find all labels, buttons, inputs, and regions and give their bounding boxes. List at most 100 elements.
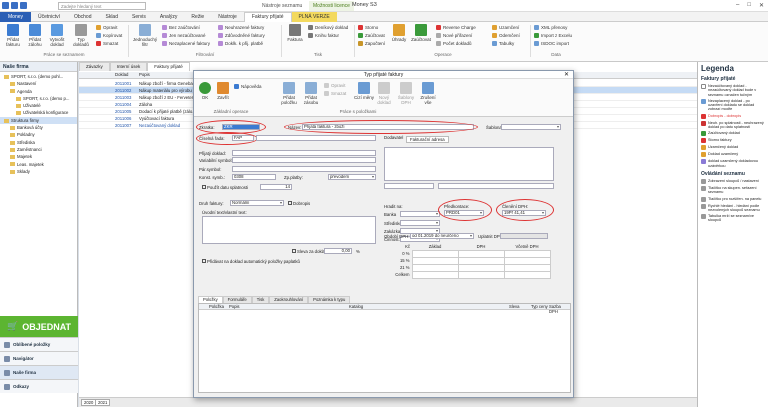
menu-money[interactable]: Money [0, 11, 32, 22]
vat-cell[interactable] [457, 249, 505, 258]
full-version-badge[interactable]: PLNÁ VERZE [291, 11, 337, 22]
tab-forms[interactable]: Formuláře [222, 296, 252, 303]
reassign-button[interactable]: Nové přiřazení [436, 32, 472, 40]
menu-item-received-invoices[interactable]: Faktury přijaté [243, 11, 292, 22]
filter-unpaid-button[interactable]: Nezaplacené faktury [162, 40, 210, 48]
print-journal-button[interactable]: Deníkový doklad [308, 24, 348, 32]
const-symbol-field[interactable]: 0308 [232, 174, 276, 180]
delete-button[interactable]: Smazat [96, 40, 118, 48]
payment-method-select[interactable]: převodem [328, 174, 376, 180]
menu-item-service[interactable]: Servis [125, 14, 153, 20]
excel-import-button[interactable]: Import z Excelu [534, 32, 572, 40]
tab-billing-address[interactable]: Fakturační adresa [406, 136, 449, 143]
column-header[interactable]: Položka [209, 304, 224, 309]
filter-justified-button[interactable]: Zdůvodněné faktury [218, 32, 265, 40]
menu-item-accounting[interactable]: Účetnictví [31, 14, 67, 20]
close-icon[interactable]: ✕ [564, 71, 569, 79]
vat-cell[interactable] [503, 249, 551, 258]
due-days-field[interactable]: 14 [260, 184, 292, 190]
nav-favorites[interactable]: Oblíbené položky [0, 337, 78, 351]
tree-item[interactable]: Uživatelská konfigurace [0, 109, 77, 116]
tree-item[interactable]: Majetek [0, 153, 77, 160]
print-book-button[interactable]: Knihu faktur [308, 32, 339, 40]
vat-cell[interactable] [503, 256, 551, 265]
close-icon[interactable]: ✕ [759, 2, 764, 9]
post-button[interactable]: Zaúčtovat [410, 24, 432, 42]
tab-items[interactable]: Položky [198, 296, 223, 303]
post-doc-button[interactable]: Zaúčtovat [358, 32, 385, 40]
menu-item-stock[interactable]: Sklad [98, 14, 125, 20]
tree-item[interactable]: Leas. majetek [0, 161, 77, 168]
pair-symbol-field[interactable] [232, 166, 376, 172]
tree-item[interactable]: Pokladny [0, 131, 77, 138]
filter-only-unposted-button[interactable]: Jen nezaúčtované [162, 32, 206, 40]
menu-item-tools[interactable]: Nástroje [211, 14, 244, 20]
tree-item[interactable]: Banková účty [0, 124, 77, 131]
unlock-button[interactable]: Odemčení [492, 32, 520, 40]
tab-type-note[interactable]: Poznámka k typu [308, 296, 351, 303]
add-advance-button[interactable]: Přidat zálohu [24, 24, 46, 47]
create-document-button[interactable]: Vytvořit doklad [46, 24, 68, 47]
ok-button[interactable]: OK [196, 82, 214, 100]
minimize-icon[interactable]: – [736, 2, 739, 9]
column-header[interactable] [79, 72, 115, 78]
tree-item[interactable]: Agenda [0, 88, 77, 95]
document-types-button[interactable]: Typ dokladů [70, 24, 92, 47]
filter-payment-button[interactable]: Doklk. k přij. platbě [218, 40, 263, 48]
vat-cell[interactable] [411, 256, 459, 265]
search-input[interactable]: Zadejte hledaný text [58, 2, 146, 10]
due-date-checkbox[interactable]: Použít datu splatnosti [202, 185, 248, 190]
close-button[interactable]: Zavřít [214, 82, 232, 100]
tables-button[interactable]: Tabulky [492, 40, 514, 48]
tab-print[interactable]: Tisk [251, 296, 270, 303]
window-controls[interactable]: – □ ✕ [736, 2, 764, 9]
supplier-field-2[interactable] [384, 183, 434, 189]
vat-cell[interactable] [457, 256, 505, 265]
menu-item-analysis[interactable]: Analýzy [153, 14, 185, 20]
tree-item[interactable]: Nastavení [0, 80, 77, 87]
var-symbol-field[interactable] [232, 157, 376, 163]
center-select[interactable] [400, 220, 440, 226]
print-invoice-button[interactable]: Faktura [284, 24, 306, 42]
help-button[interactable]: Nápověda [234, 83, 262, 91]
add-item-button[interactable]: Přidat položku [278, 82, 300, 105]
column-header[interactable]: Doklad [115, 72, 139, 78]
vat-cell[interactable] [457, 263, 505, 272]
vat-period-select[interactable]: od 01.2019 do neurčeno [410, 233, 474, 239]
discount-field[interactable]: 0,00 [324, 248, 352, 254]
vat-cell[interactable] [503, 263, 551, 272]
maximize-icon[interactable]: □ [747, 2, 751, 9]
vat-cell[interactable] [457, 270, 505, 279]
context-tab-list-tools[interactable]: Nástroje seznamu [258, 1, 306, 11]
tree-item[interactable]: Střediska [0, 139, 77, 146]
auto-items-checkbox[interactable]: Přidávat na doklad automatický položky p… [202, 259, 300, 264]
column-header[interactable]: Sleva [509, 304, 519, 309]
reverse-charge-button[interactable]: Reverse Charge [436, 24, 476, 32]
new-doc-button[interactable]: Nový doklad [374, 82, 394, 105]
doc-count-button[interactable]: Počet dokladů [436, 40, 472, 48]
tab-received-invoices[interactable]: Faktury přijaté [147, 62, 190, 71]
add-stock-button[interactable]: Přidat zásobu [300, 82, 322, 105]
intro-text-area[interactable] [202, 216, 376, 244]
supplier-field-3[interactable] [438, 183, 554, 189]
quick-access-toolbar[interactable] [2, 2, 27, 9]
tab-liabilities[interactable]: Závazky [79, 62, 110, 71]
menu-item-trade[interactable]: Obchod [67, 14, 99, 20]
offset-button[interactable]: Započtení [358, 40, 385, 48]
tree-item-selected[interactable]: Struktura firmy [0, 116, 77, 125]
column-header[interactable]: Sazba DPH [549, 304, 570, 314]
invoice-kind-select[interactable]: Normální [230, 200, 284, 206]
foreign-currency-button[interactable]: Cizí měny [354, 82, 374, 100]
column-header[interactable]: Typ ceny [531, 304, 548, 309]
tree-item[interactable]: Zaměstnanci [0, 146, 77, 153]
edit-item-button[interactable]: Opravit [324, 82, 346, 90]
tree-item[interactable]: Uživatelé [0, 102, 77, 109]
tree-item[interactable]: SPORT, s.r.o. (demo p... [0, 95, 77, 102]
cancel-all-button[interactable]: Zrušení vše [418, 82, 438, 105]
cancel-doc-button[interactable]: Storno [358, 24, 378, 32]
vat-cell[interactable] [411, 249, 459, 258]
payments-button[interactable]: Úhrady [388, 24, 410, 42]
tree-item[interactable]: SPORT, s.r.o. (demo pohl... [0, 73, 77, 80]
context-tab-license[interactable]: Možnosti licence [309, 1, 354, 11]
vat-cell[interactable] [503, 270, 551, 279]
